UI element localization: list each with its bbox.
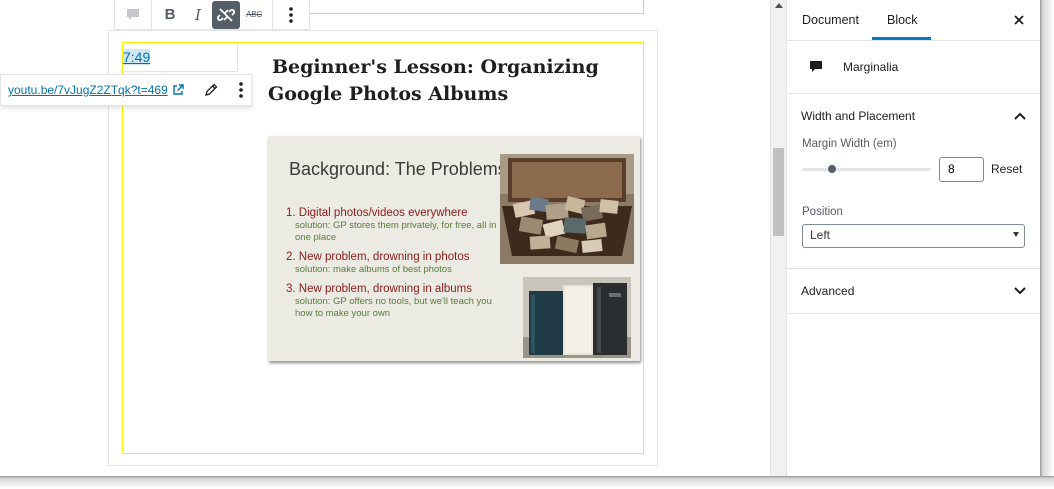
- position-select[interactable]: Left: [802, 224, 1025, 248]
- scroll-thumb[interactable]: [773, 148, 784, 236]
- block-toolbar: B I ABC: [114, 0, 310, 30]
- width-placement-body: Margin Width (em) Reset Position Left: [787, 138, 1040, 268]
- panel-title: Advanced: [801, 284, 855, 298]
- link-url[interactable]: youtu.be/7vJugZ2ZTqk?t=469: [8, 83, 168, 97]
- chevron-down-icon: [1014, 287, 1026, 295]
- chevron-up-icon: [1014, 112, 1026, 120]
- tab-block[interactable]: Block: [871, 0, 931, 40]
- margin-width-slider[interactable]: [802, 164, 931, 173]
- comment-icon: [127, 8, 139, 20]
- slide-title: Background: The Problems: [289, 159, 507, 179]
- margin-width-control: Reset: [802, 156, 1026, 182]
- margin-note[interactable]: 7:49: [120, 44, 238, 72]
- list-item: 2. New problem, drowning in photos solut…: [286, 250, 501, 276]
- editor-canvas: B I ABC 7:49 youtu.be/7vJugZ2ZTqk?t=469 …: [0, 0, 770, 476]
- block-type-group: [115, 0, 151, 29]
- slide-image[interactable]: Background: The Problems 1. Digital phot…: [268, 136, 640, 361]
- dropdown-caret-icon: [1013, 232, 1019, 237]
- bold-button[interactable]: B: [156, 1, 184, 29]
- editor-scrollbar[interactable]: [770, 0, 786, 476]
- unlink-icon: [217, 7, 235, 22]
- close-sidebar-button[interactable]: [1010, 11, 1028, 29]
- sidebar-tabs: Document Block: [787, 0, 1040, 41]
- lesson-title[interactable]: Beginner's Lesson: Organizing Google Pho…: [268, 54, 638, 108]
- scroll-up-arrow[interactable]: [775, 3, 783, 8]
- margin-note-link[interactable]: 7:49: [123, 49, 151, 65]
- pencil-icon: [204, 83, 218, 96]
- slide-problem-list: 1. Digital photos/videos everywhere solu…: [286, 206, 501, 326]
- reset-button[interactable]: Reset: [991, 162, 1022, 176]
- problem-text: 2. New problem, drowning in photos: [286, 251, 470, 263]
- problem-text: 1. Digital photos/videos everywhere: [286, 207, 468, 219]
- block-card: Marginalia: [787, 41, 1040, 94]
- window-shadow-bottom: [0, 476, 1054, 489]
- list-item: 1. Digital photos/videos everywhere solu…: [286, 206, 501, 244]
- width-placement-panel: Width and Placement Margin Width (em) Re…: [787, 94, 1040, 269]
- window-shadow-right: [1040, 0, 1054, 489]
- more-vertical-icon: [289, 6, 293, 23]
- format-group: B I ABC: [151, 0, 272, 29]
- position-value: Left: [810, 228, 831, 242]
- italic-button[interactable]: I: [184, 1, 212, 29]
- link-options-button[interactable]: [232, 81, 250, 99]
- position-label: Position: [802, 206, 843, 218]
- list-item: 3. New problem, drowning in albums solut…: [286, 282, 501, 320]
- tab-document[interactable]: Document: [787, 0, 872, 40]
- panel-title: Width and Placement: [801, 109, 916, 123]
- solution-text: solution: GP stores them privately, for …: [295, 220, 497, 243]
- advanced-panel: Advanced: [787, 269, 1040, 314]
- margin-width-input[interactable]: [939, 156, 984, 182]
- block-name: Marginalia: [843, 60, 899, 74]
- solution-text: solution: GP offers no tools, but we'll …: [295, 296, 492, 319]
- suitcase-photo: [500, 154, 634, 264]
- settings-sidebar: Document Block Marginalia Width and Plac…: [786, 0, 1040, 476]
- comment-icon: [810, 61, 822, 72]
- external-link-icon[interactable]: [172, 84, 184, 96]
- slider-thumb[interactable]: [828, 164, 836, 173]
- more-vertical-icon: [238, 82, 243, 98]
- block-type-button[interactable]: [119, 1, 147, 29]
- close-icon: [1014, 15, 1024, 25]
- unlink-button[interactable]: [212, 0, 240, 29]
- more-group: [272, 0, 309, 29]
- link-popover: youtu.be/7vJugZ2ZTqk?t=469: [0, 74, 252, 106]
- more-options-button[interactable]: [277, 1, 305, 29]
- width-placement-toggle[interactable]: Width and Placement: [787, 94, 1040, 138]
- photo-albums-photo: [523, 277, 631, 358]
- margin-width-label: Margin Width (em): [802, 138, 897, 150]
- advanced-toggle[interactable]: Advanced: [787, 269, 1040, 313]
- problem-text: 3. New problem, drowning in albums: [286, 283, 473, 295]
- edit-link-button[interactable]: [202, 81, 220, 99]
- strikethrough-button[interactable]: ABC: [240, 1, 268, 29]
- solution-text: solution: make albums of best photos: [295, 264, 452, 275]
